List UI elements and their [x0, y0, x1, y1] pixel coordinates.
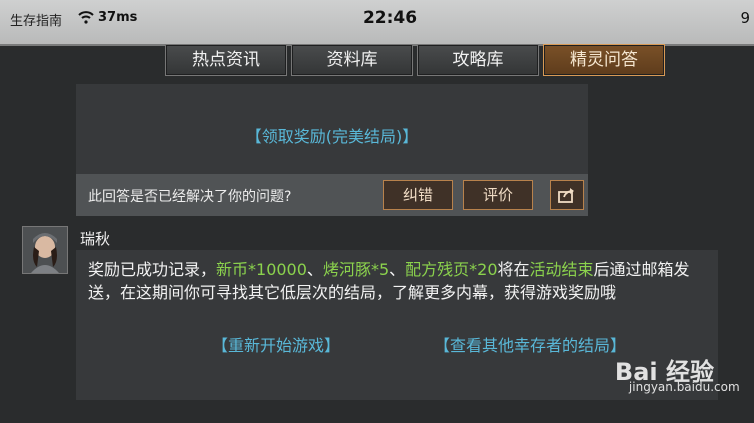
answer-text-part: 将在	[497, 260, 530, 279]
status-bar: 生存指南 37ms 22:46 9	[0, 0, 754, 46]
answer-text-part: 、	[389, 260, 406, 279]
tab-bar: 热点资讯 资料库 攻略库 精灵问答	[165, 44, 669, 76]
answer-text-part: 奖励已成功记录，	[88, 260, 217, 279]
ping-label: 37ms	[98, 10, 138, 25]
wifi-icon	[78, 11, 94, 28]
event-end-highlight: 活动结束	[529, 260, 594, 279]
answer-text: 奖励已成功记录，新币*10000、烤河豚*5、配方残页*20将在活动结束后通过邮…	[88, 258, 706, 304]
answer-text-part: 、	[306, 260, 323, 279]
feedback-question: 此回答是否已经解决了你的问题?	[88, 189, 292, 205]
rate-button[interactable]: 评价	[463, 180, 533, 210]
reward-highlight: 新币*10000	[216, 260, 307, 279]
tab-spirit-qa[interactable]: 精灵问答	[543, 44, 665, 76]
tab-database[interactable]: 资料库	[291, 44, 413, 76]
restart-game-link[interactable]: 【重新开始游戏】	[212, 332, 340, 356]
avatar	[22, 226, 68, 274]
status-right-text: 9	[740, 9, 750, 27]
tab-guides[interactable]: 攻略库	[417, 44, 539, 76]
reward-highlight: 烤河豚*5	[322, 260, 390, 279]
reward-highlight: 配方残页*20	[405, 260, 498, 279]
carrier-label: 生存指南	[10, 14, 63, 29]
answerer-name: 瑞秋	[80, 230, 111, 248]
claim-reward-link[interactable]: 【领取奖励(完美结局)】	[76, 123, 588, 147]
baidu-url: jingyan.baidu.com	[628, 380, 740, 394]
clock: 22:46	[362, 8, 418, 28]
tab-hot-news[interactable]: 热点资讯	[165, 44, 287, 76]
correct-button[interactable]: 纠错	[383, 180, 453, 210]
question-panel: 【领取奖励(完美结局)】 此回答是否已经解决了你的问题? 纠错 评价	[76, 84, 588, 216]
share-icon	[558, 184, 576, 203]
feedback-bar: 此回答是否已经解决了你的问题? 纠错 评价	[76, 174, 588, 216]
other-survivors-link[interactable]: 【查看其他幸存者的结局】	[434, 332, 626, 356]
share-button[interactable]	[550, 180, 584, 210]
baidu-watermark: Bai 经验 jingyan.baidu.com	[615, 352, 740, 394]
